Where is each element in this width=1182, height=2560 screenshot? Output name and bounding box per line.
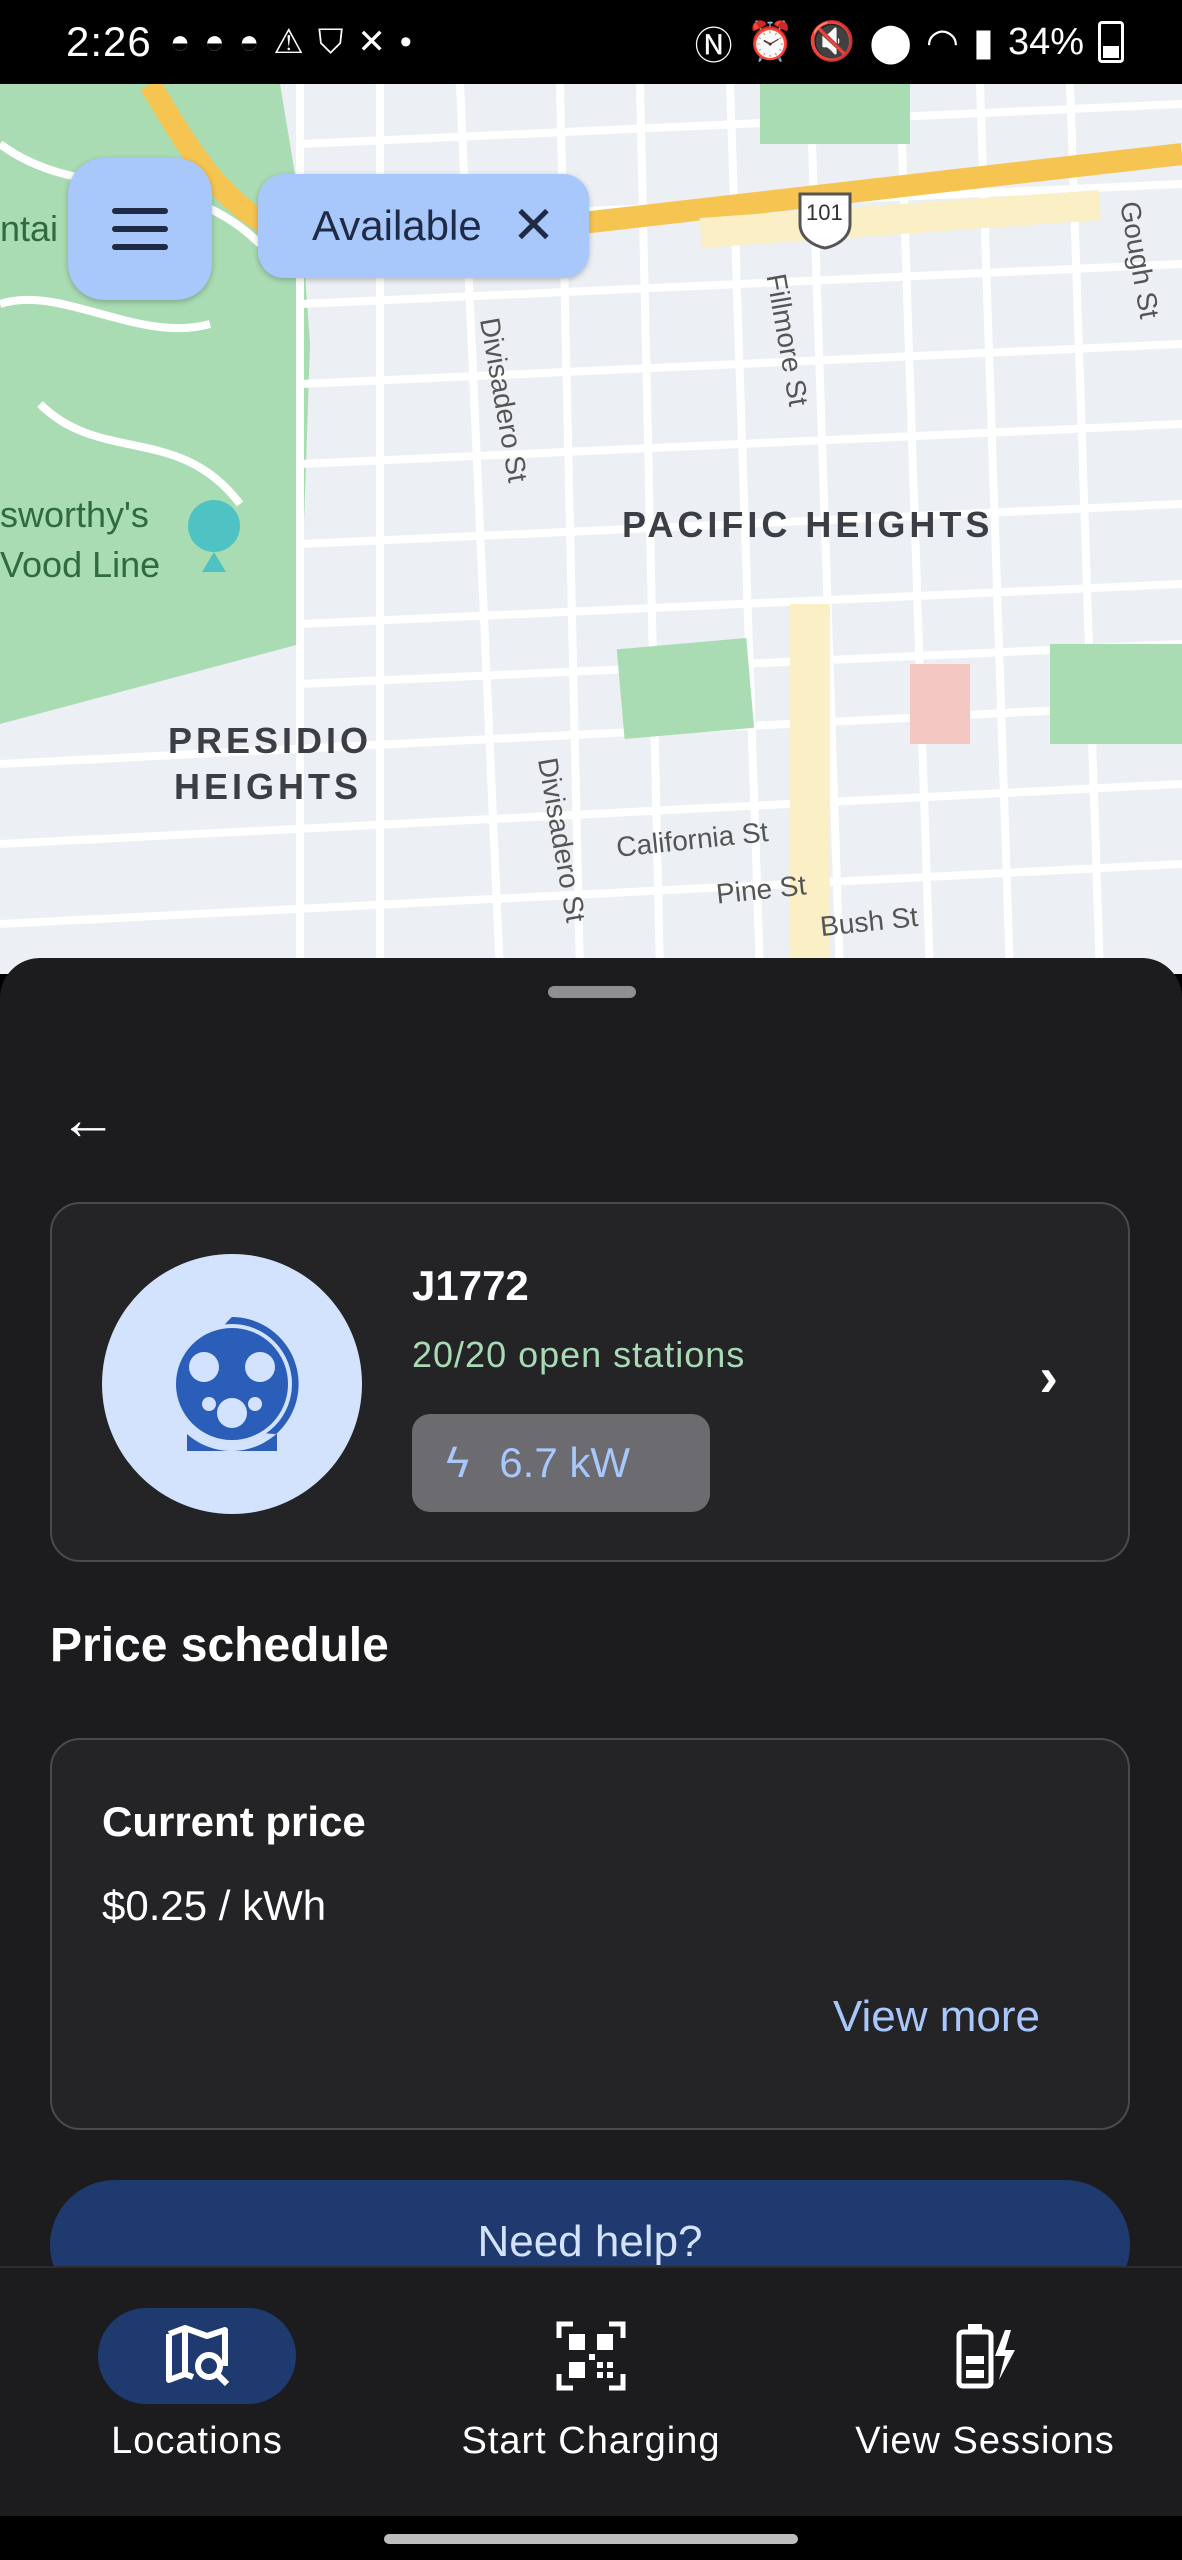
- drag-handle[interactable]: [548, 986, 636, 998]
- status-bar: 2:26 ◓ ◓ ◓ ⚠ ⛉ ✕ • Ⓝ ⏰ 🔇 ⬤ ◠ ▮ 34%: [0, 0, 1182, 84]
- connector-avatar: [102, 1254, 362, 1514]
- qr-code-icon: [556, 2321, 626, 2391]
- nav-start-charging[interactable]: Start Charging: [394, 2308, 788, 2463]
- discord-icon: ◓: [204, 22, 225, 61]
- hamburger-icon: [112, 208, 168, 250]
- nav-locations[interactable]: Locations: [0, 2308, 394, 2463]
- battery-text: 34%: [1007, 20, 1084, 63]
- menu-button[interactable]: [68, 158, 212, 300]
- connector-card[interactable]: J1772 20/20 open stations ϟ 6.7 kW ›: [50, 1202, 1130, 1562]
- gesture-area: [0, 2516, 1182, 2560]
- wifi-icon: ◠: [925, 21, 960, 64]
- nav-locations-label: Locations: [111, 2420, 283, 2462]
- filter-chip-available[interactable]: Available ✕: [258, 174, 590, 278]
- bolt-icon: ϟ: [446, 1438, 470, 1487]
- nav-locations-pill: [98, 2308, 296, 2404]
- nav-view-sessions-pill: [886, 2308, 1084, 2404]
- close-icon[interactable]: ✕: [512, 200, 556, 252]
- current-price-value: $0.25 / kWh: [102, 1882, 327, 1929]
- mute-icon: 🔇: [807, 21, 856, 63]
- current-price-label: Current price: [102, 1798, 366, 1845]
- map-label-pacific-heights: PACIFIC HEIGHTS: [622, 504, 994, 545]
- signal-icon: ▮: [973, 21, 994, 64]
- battery-charging-icon: [956, 2324, 1015, 2389]
- power-badge: ϟ 6.7 kW: [412, 1414, 710, 1512]
- price-schedule-heading: Price schedule: [50, 1619, 389, 1672]
- battery-icon: [1098, 21, 1124, 63]
- open-stations-text: 20/20 open stations: [412, 1334, 746, 1375]
- bottom-sheet: ← J1772 20/20 open stations ϟ 6.7 kW › P…: [0, 958, 1182, 2310]
- chevron-right-icon[interactable]: ›: [1039, 1344, 1058, 1409]
- status-time: 2:26: [66, 18, 152, 65]
- connector-title: J1772: [412, 1262, 529, 1309]
- map-search-icon: [166, 2325, 230, 2387]
- notification-icons: ◓ ◓ ◓ ⚠ ⛉ ✕ •: [170, 22, 412, 62]
- discord-icon: ◓: [169, 22, 191, 61]
- nav-start-charging-label: Start Charging: [461, 2420, 721, 2462]
- back-arrow-icon[interactable]: ←: [56, 1088, 120, 1152]
- nav-start-charging-pill: [492, 2308, 690, 2404]
- highway-shield-label: 101: [806, 200, 843, 225]
- view-more-link[interactable]: View more: [833, 1992, 1040, 2042]
- shield-icon: ⛉: [317, 22, 344, 61]
- warning-icon: ⚠: [273, 23, 304, 61]
- map-label-presidio: PRESIDIO: [168, 720, 373, 761]
- map-label-heights: HEIGHTS: [174, 766, 363, 807]
- map-label-lyon: sworthy's: [0, 494, 149, 535]
- tools-icon: ✕: [357, 23, 386, 61]
- j1772-plug-icon: [172, 1317, 299, 1451]
- nav-view-sessions[interactable]: View Sessions: [788, 2308, 1182, 2463]
- bottom-navigation: Locations Start Charging View Sessions: [0, 2266, 1182, 2518]
- nfc-icon: Ⓝ: [694, 25, 733, 68]
- filter-chip-label: Available: [312, 202, 482, 249]
- nav-view-sessions-label: View Sessions: [855, 2420, 1115, 2462]
- discord-icon: ◓: [238, 22, 260, 61]
- alarm-icon: ⏰: [746, 21, 794, 63]
- power-value: 6.7 kW: [499, 1439, 630, 1486]
- price-card: Current price $0.25 / kWh View more: [50, 1738, 1130, 2130]
- dot-icon: •: [399, 22, 412, 61]
- map-label-mountain: ntai: [0, 208, 59, 249]
- home-gesture-bar[interactable]: [384, 2534, 798, 2544]
- map-label-wood-line: Vood Line: [0, 544, 161, 585]
- location-icon: ⬤: [869, 21, 912, 64]
